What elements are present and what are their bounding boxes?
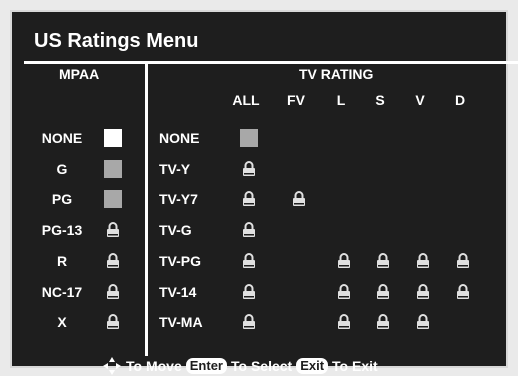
mpaa-lock-toggle[interactable] [106, 253, 120, 269]
mpaa-rating-label: G [56, 161, 68, 177]
tv-lock-toggle[interactable] [242, 284, 256, 300]
lock-icon [338, 253, 350, 268]
tv-column-header: L [336, 92, 346, 108]
tv-rating-label: TV-Y7 [159, 191, 198, 207]
tv-lock-toggle[interactable] [416, 284, 430, 300]
tv-lock-toggle[interactable] [337, 314, 351, 330]
mpaa-rating-label: PG [51, 191, 73, 207]
lock-icon [377, 284, 389, 299]
tv-column-header: D [454, 92, 466, 108]
tv-lock-toggle[interactable] [376, 284, 390, 300]
page-title: US Ratings Menu [34, 30, 199, 52]
tv-lock-toggle[interactable] [337, 284, 351, 300]
tv-lock-toggle[interactable] [292, 191, 306, 207]
lock-icon [107, 284, 119, 299]
ratings-menu-screen: US Ratings Menu MPAA TV RATING NONE G PG PG… [10, 10, 518, 375]
tv-column-header: S [375, 92, 385, 108]
lock-icon [417, 284, 429, 299]
tv-rating-label: TV-MA [159, 314, 203, 330]
tv-rating-header: TV RATING [299, 66, 374, 82]
lock-icon [243, 314, 255, 329]
tv-rating-label: TV-PG [159, 253, 202, 269]
tv-lock-toggle[interactable] [337, 253, 351, 269]
footer-help: To Move Enter To Select Exit To Exit [102, 356, 378, 376]
tv-rating-label: TV-G [159, 222, 192, 238]
lock-icon [457, 284, 469, 299]
mpaa-header: MPAA [59, 66, 100, 82]
lock-icon [107, 253, 119, 268]
tv-lock-toggle[interactable] [416, 253, 430, 269]
mpaa-lock-toggle[interactable] [106, 222, 120, 238]
column-divider [145, 64, 148, 356]
tv-lock-toggle[interactable] [242, 161, 256, 177]
mpaa-rating-label: PG-13 [41, 222, 83, 238]
title-divider [24, 61, 518, 64]
tv-lock-toggle[interactable] [242, 222, 256, 238]
mpaa-unlock-toggle[interactable] [104, 160, 122, 178]
lock-icon [417, 253, 429, 268]
tv-column-header: V [415, 92, 425, 108]
lock-icon [243, 253, 255, 268]
tv-unlock-toggle[interactable] [240, 129, 258, 147]
lock-icon [243, 191, 255, 206]
mpaa-rating-label: X [57, 314, 67, 330]
tv-lock-toggle[interactable] [376, 253, 390, 269]
dpad-icon [103, 357, 121, 375]
tv-lock-toggle[interactable] [242, 191, 256, 207]
lock-icon [377, 314, 389, 329]
mpaa-unlock-toggle[interactable] [104, 129, 122, 147]
lock-icon [338, 284, 350, 299]
lock-icon [243, 161, 255, 176]
lock-icon [107, 314, 119, 329]
tv-lock-toggle[interactable] [376, 314, 390, 330]
lock-icon [243, 222, 255, 237]
tv-lock-toggle[interactable] [242, 314, 256, 330]
tv-lock-toggle[interactable] [456, 284, 470, 300]
tv-lock-toggle[interactable] [456, 253, 470, 269]
lock-icon [457, 253, 469, 268]
mpaa-lock-toggle[interactable] [106, 314, 120, 330]
lock-icon [293, 191, 305, 206]
tv-rating-label: NONE [159, 130, 200, 146]
tv-lock-toggle[interactable] [416, 314, 430, 330]
lock-icon [338, 314, 350, 329]
tv-column-header: FV [287, 92, 305, 108]
mpaa-rating-label: NONE [41, 130, 83, 146]
tv-rating-label: TV-14 [159, 284, 197, 300]
lock-icon [107, 222, 119, 237]
mpaa-unlock-toggle[interactable] [104, 190, 122, 208]
mpaa-lock-toggle[interactable] [106, 284, 120, 300]
lock-icon [377, 253, 389, 268]
mpaa-rating-label: NC-17 [41, 284, 83, 300]
tv-column-header: ALL [232, 92, 260, 108]
tv-rating-label: TV-Y [159, 161, 191, 177]
tv-lock-toggle[interactable] [242, 253, 256, 269]
lock-icon [243, 284, 255, 299]
mpaa-rating-label: R [56, 253, 68, 269]
lock-icon [417, 314, 429, 329]
